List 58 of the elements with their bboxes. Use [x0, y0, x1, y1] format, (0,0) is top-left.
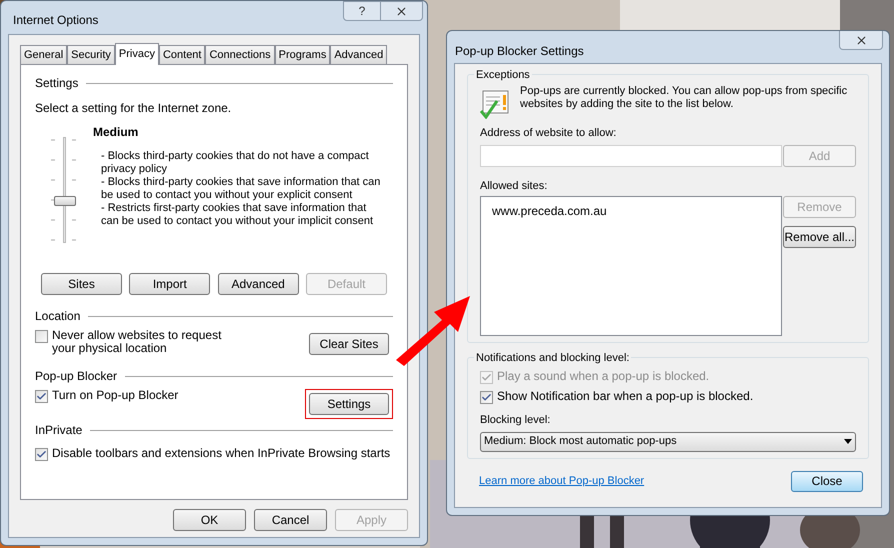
dialog-button[interactable]: Cancel — [254, 509, 327, 531]
section-button[interactable]: Settings — [309, 393, 389, 415]
tab[interactable]: Security — [67, 45, 115, 64]
check-icon — [36, 449, 47, 460]
privacy-button[interactable]: Import — [129, 273, 210, 295]
group-heading: Pop-up Blocker — [35, 368, 118, 385]
field-label: Blocking level: — [480, 413, 552, 428]
checkbox[interactable] — [480, 391, 493, 404]
group-heading: Exceptions — [474, 67, 532, 84]
tab[interactable]: Privacy — [114, 43, 159, 65]
window-title: Internet Options — [13, 12, 98, 29]
group-heading: InPrivate — [35, 422, 82, 439]
field-label: Address of website to allow: — [480, 126, 618, 141]
field-label: Allowed sites: — [480, 178, 548, 194]
checkbox-label: Turn on Pop-up Blocker — [52, 389, 178, 402]
help-button[interactable]: ? — [343, 1, 381, 21]
check-icon — [481, 392, 492, 403]
group-heading: Location — [35, 308, 80, 325]
privacy-button[interactable]: Advanced — [218, 273, 299, 295]
dialog-button[interactable]: OK — [173, 509, 246, 531]
checkbox-label: Play a sound when a pop-up is blocked. — [497, 370, 710, 383]
tab[interactable]: Programs — [274, 45, 330, 64]
close-icon — [854, 34, 868, 46]
description-text: - Restricts first-party cookies that save information that can be used to contact you without your implicit consent — [101, 202, 374, 228]
dropdown-arrow-icon — [844, 439, 852, 444]
group-heading: Settings — [35, 75, 78, 92]
tab[interactable]: General — [20, 45, 68, 64]
tab[interactable]: Connections — [205, 45, 275, 64]
description-text: - Blocks third-party cookies that save information that can be used to contact you without your explicit consent — [101, 176, 382, 202]
instruction-text: Select a setting for the Internet zone. — [35, 100, 232, 117]
check-icon — [36, 391, 47, 402]
close-button[interactable] — [381, 1, 423, 21]
level-name: Medium — [93, 124, 140, 141]
check-icon — [481, 372, 492, 383]
list-item[interactable]: www.preceda.com.au — [492, 202, 770, 220]
learn-more-link[interactable]: Learn more about Pop-up Blocker — [479, 472, 644, 490]
address-field[interactable] — [480, 144, 782, 166]
checkbox-label: Disable toolbars and extensions when InPrivate Browsing starts — [52, 447, 390, 460]
checkbox[interactable] — [35, 448, 48, 461]
privacy-button[interactable]: Sites — [41, 273, 122, 295]
list-button[interactable]: Remove all... — [783, 226, 856, 248]
info-text: Pop-ups are currently blocked. You can allow pop-ups from specific websites by adding the site to the list below. — [520, 85, 848, 112]
window-title: Pop-up Blocker Settings — [455, 43, 584, 60]
close-button[interactable] — [839, 31, 883, 50]
close-dialog-button[interactable]: Close — [791, 470, 863, 492]
section-button[interactable]: Clear Sites — [309, 333, 389, 355]
tab[interactable]: Content — [158, 45, 206, 64]
description-text: - Blocks third-party cookies that do not have a compact privacy policy — [101, 150, 370, 176]
group-heading: Notifications and blocking level: — [474, 350, 632, 366]
document-check-icon — [480, 89, 510, 119]
close-icon — [395, 4, 408, 18]
slider-thumb[interactable] — [54, 196, 76, 206]
checkbox[interactable] — [35, 390, 48, 403]
blocking-level-select[interactable]: Medium: Block most automatic pop-ups — [480, 432, 856, 452]
tab[interactable]: Advanced — [330, 45, 388, 64]
checkbox-label: Show Notification bar when a pop-up is blocked. — [497, 390, 754, 403]
checkbox-label: Never allow websites to request your physical location — [52, 329, 222, 355]
checkbox[interactable] — [35, 330, 48, 343]
